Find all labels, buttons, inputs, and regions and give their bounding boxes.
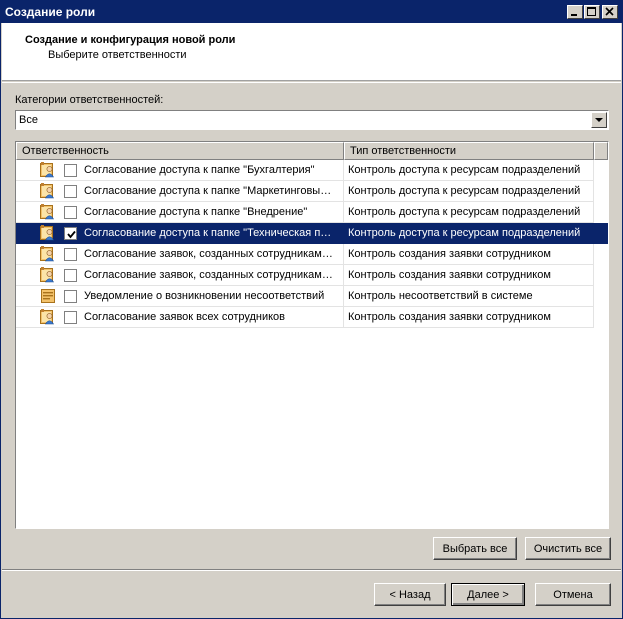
row-checkbox[interactable] [64, 290, 77, 303]
list-item[interactable]: Согласование доступа к папке "Бухгалтери… [16, 160, 608, 181]
maximize-icon [587, 7, 596, 16]
cell-responsibility: Согласование доступа к папке "Техническа… [16, 223, 344, 244]
responsibility-type: Контроль доступа к ресурсам подразделени… [348, 185, 581, 197]
responsibility-name: Согласование заявок, созданных сотрудник… [84, 248, 333, 260]
responsibility-type: Контроль создания заявки сотрудником [348, 269, 551, 281]
clear-all-button[interactable]: Очистить все [525, 537, 611, 560]
responsibility-name: Согласование заявок, созданных сотрудник… [84, 269, 333, 281]
column-header-type[interactable]: Тип ответственности [344, 142, 594, 160]
combobox-dropdown-button[interactable] [591, 112, 607, 128]
approval-icon [40, 225, 56, 241]
responsibility-name: Согласование заявок всех сотрудников [84, 311, 286, 323]
responsibility-name: Согласование доступа к папке "Маркетинго… [84, 185, 332, 197]
list-item[interactable]: Согласование заявок, созданных сотрудник… [16, 265, 608, 286]
approval-icon [40, 162, 56, 178]
responsibility-list[interactable]: Ответственность Тип ответственности Согл… [15, 141, 609, 529]
category-label: Категории ответственностей: [15, 94, 164, 106]
create-role-dialog: Создание роли Создание и конфигурация но… [0, 0, 623, 619]
footer-divider [2, 569, 621, 571]
column-header-filler [594, 142, 608, 160]
list-item[interactable]: Согласование доступа к папке "Техническа… [16, 223, 608, 244]
cancel-button[interactable]: Отмена [535, 583, 611, 606]
category-value: Все [19, 114, 38, 126]
responsibility-type: Контроль создания заявки сотрудником [348, 311, 551, 323]
next-button[interactable]: Далее > [451, 583, 525, 606]
minimize-icon [571, 14, 577, 16]
maximize-button[interactable] [584, 5, 600, 19]
cell-type: Контроль создания заявки сотрудником [344, 265, 594, 286]
cell-type: Контроль доступа к ресурсам подразделени… [344, 223, 594, 244]
cell-responsibility: Согласование заявок всех сотрудников [16, 307, 344, 328]
close-button[interactable] [602, 5, 618, 19]
chevron-down-icon [595, 118, 603, 122]
responsibility-name: Согласование доступа к папке "Бухгалтери… [84, 164, 315, 176]
cell-type: Контроль доступа к ресурсам подразделени… [344, 181, 594, 202]
responsibility-name: Уведомление о возникновении несоответств… [84, 290, 325, 302]
wizard-header: Создание и конфигурация новой роли Выбер… [2, 23, 621, 81]
close-icon [605, 7, 614, 16]
approval-icon [40, 309, 56, 325]
cell-responsibility: Согласование доступа к папке "Внедрение" [16, 202, 344, 223]
cell-type: Контроль доступа к ресурсам подразделени… [344, 160, 594, 181]
cell-responsibility: Согласование доступа к папке "Маркетинго… [16, 181, 344, 202]
minimize-button[interactable] [567, 5, 583, 19]
row-checkbox[interactable] [64, 185, 77, 198]
cell-responsibility: Согласование доступа к папке "Бухгалтери… [16, 160, 344, 181]
approval-icon [40, 204, 56, 220]
list-item[interactable]: Уведомление о возникновении несоответств… [16, 286, 608, 307]
approval-icon [40, 267, 56, 283]
responsibility-type: Контроль доступа к ресурсам подразделени… [348, 206, 581, 218]
cell-type: Контроль создания заявки сотрудником [344, 244, 594, 265]
responsibility-type: Контроль доступа к ресурсам подразделени… [348, 227, 581, 239]
cell-responsibility: Согласование заявок, созданных сотрудник… [16, 265, 344, 286]
column-header-responsibility[interactable]: Ответственность [16, 142, 344, 160]
responsibility-type: Контроль доступа к ресурсам подразделени… [348, 164, 581, 176]
window-title: Создание роли [5, 5, 96, 19]
cell-responsibility: Уведомление о возникновении несоответств… [16, 286, 344, 307]
list-item[interactable]: Согласование заявок всех сотрудников Конт… [16, 307, 608, 328]
list-item[interactable]: Согласование заявок, созданных сотрудник… [16, 244, 608, 265]
responsibility-name: Согласование доступа к папке "Внедрение" [84, 206, 308, 218]
approval-icon [40, 246, 56, 262]
back-button[interactable]: < Назад [374, 583, 446, 606]
header-divider [2, 82, 621, 83]
cell-type: Контроль несоответствий в системе [344, 286, 594, 307]
responsibility-type: Контроль несоответствий в системе [348, 290, 533, 302]
responsibility-name: Согласование доступа к папке "Техническа… [84, 227, 332, 239]
page-title: Создание и конфигурация новой роли [25, 34, 236, 46]
row-checkbox[interactable] [64, 248, 77, 261]
notification-icon [40, 288, 56, 304]
select-all-button[interactable]: Выбрать все [433, 537, 517, 560]
responsibility-type: Контроль создания заявки сотрудником [348, 248, 551, 260]
title-bar[interactable]: Создание роли [1, 1, 622, 23]
list-header: Ответственность Тип ответственности [16, 142, 608, 160]
cell-type: Контроль создания заявки сотрудником [344, 307, 594, 328]
row-checkbox[interactable] [64, 164, 77, 177]
cell-responsibility: Согласование заявок, созданных сотрудник… [16, 244, 344, 265]
list-item[interactable]: Согласование доступа к папке "Маркетинго… [16, 181, 608, 202]
page-subtitle: Выберите ответственности [48, 49, 187, 61]
category-combobox[interactable]: Все [15, 110, 609, 130]
approval-icon [40, 183, 56, 199]
row-checkbox[interactable] [64, 206, 77, 219]
row-checkbox[interactable] [64, 227, 77, 240]
list-item[interactable]: Согласование доступа к папке "Внедрение"… [16, 202, 608, 223]
cell-type: Контроль доступа к ресурсам подразделени… [344, 202, 594, 223]
row-checkbox[interactable] [64, 269, 77, 282]
row-checkbox[interactable] [64, 311, 77, 324]
